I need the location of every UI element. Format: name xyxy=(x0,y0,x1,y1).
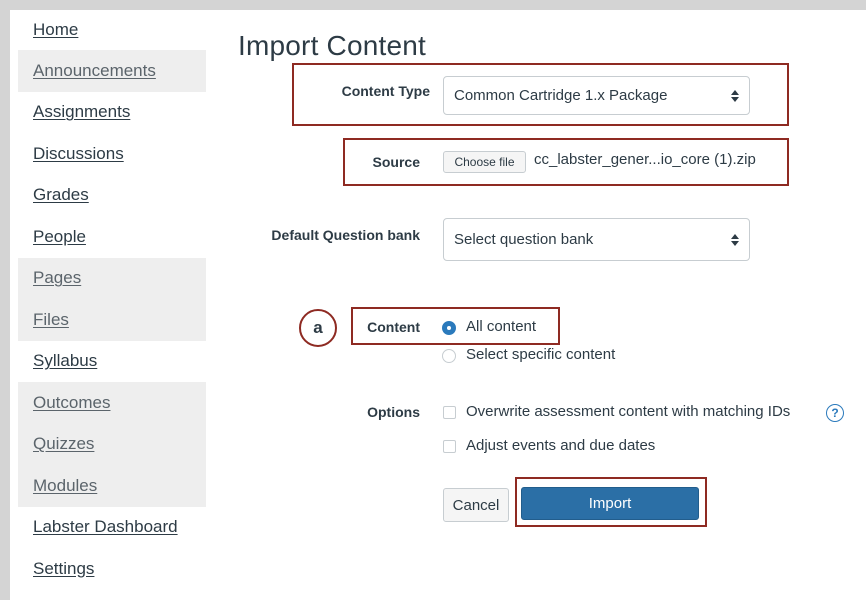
sidebar-item-people[interactable]: People xyxy=(18,216,206,258)
options-label: Options xyxy=(367,404,420,420)
sidebar-item-discussions[interactable]: Discussions xyxy=(18,133,206,175)
overwrite-assessment-checkbox[interactable] xyxy=(443,406,456,419)
selected-file-name: cc_labster_gener...io_core (1).zip xyxy=(534,151,756,168)
help-icon[interactable]: ? xyxy=(826,404,844,422)
overwrite-assessment-label: Overwrite assessment content with matchi… xyxy=(466,403,791,420)
adjust-events-label: Adjust events and due dates xyxy=(466,437,656,454)
question-bank-select[interactable]: Select question bank xyxy=(443,218,750,261)
cancel-button[interactable]: Cancel xyxy=(443,488,509,522)
source-label: Source xyxy=(372,154,420,170)
select-arrows-icon xyxy=(731,89,739,102)
page-title: Import Content xyxy=(238,30,426,61)
sidebar-item-grades[interactable]: Grades xyxy=(18,175,206,217)
content-label: Content xyxy=(367,319,420,335)
callout-a: a xyxy=(299,309,337,347)
sidebar-item-pages[interactable]: Pages xyxy=(18,257,206,299)
sidebar-item-home[interactable]: Home xyxy=(18,20,206,50)
content-type-select[interactable]: Common Cartridge 1.x Package xyxy=(443,76,750,115)
sidebar-item-assignments[interactable]: Assignments xyxy=(18,92,206,134)
radio-select-specific-content[interactable] xyxy=(442,349,456,363)
sidebar-item-announcements[interactable]: Announcements xyxy=(18,50,206,92)
sidebar-item-modules[interactable]: Modules xyxy=(18,465,206,507)
content-type-label: Content Type xyxy=(341,83,430,99)
sidebar-item-syllabus[interactable]: Syllabus xyxy=(18,341,206,383)
sidebar-item-outcomes[interactable]: Outcomes xyxy=(18,382,206,424)
select-specific-content-label: Select specific content xyxy=(466,346,616,363)
all-content-label: All content xyxy=(466,318,537,335)
question-bank-label: Default Question bank xyxy=(271,227,420,243)
content-type-value: Common Cartridge 1.x Package xyxy=(454,87,668,104)
sidebar-item-settings[interactable]: Settings xyxy=(18,548,206,590)
sidebar-item-files[interactable]: Files xyxy=(18,299,206,341)
import-button[interactable]: Import xyxy=(521,487,699,520)
radio-all-content[interactable] xyxy=(442,321,456,335)
app-frame: Home Announcements Assignments Discussio… xyxy=(10,10,866,600)
question-bank-value: Select question bank xyxy=(454,231,594,248)
choose-file-button[interactable]: Choose file xyxy=(443,151,526,173)
course-navigation: Home Announcements Assignments Discussio… xyxy=(18,20,206,590)
sidebar-item-labster-dashboard[interactable]: Labster Dashboard xyxy=(18,507,206,549)
select-arrows-icon xyxy=(731,233,739,246)
sidebar-item-quizzes[interactable]: Quizzes xyxy=(18,423,206,465)
adjust-events-checkbox[interactable] xyxy=(443,440,456,453)
